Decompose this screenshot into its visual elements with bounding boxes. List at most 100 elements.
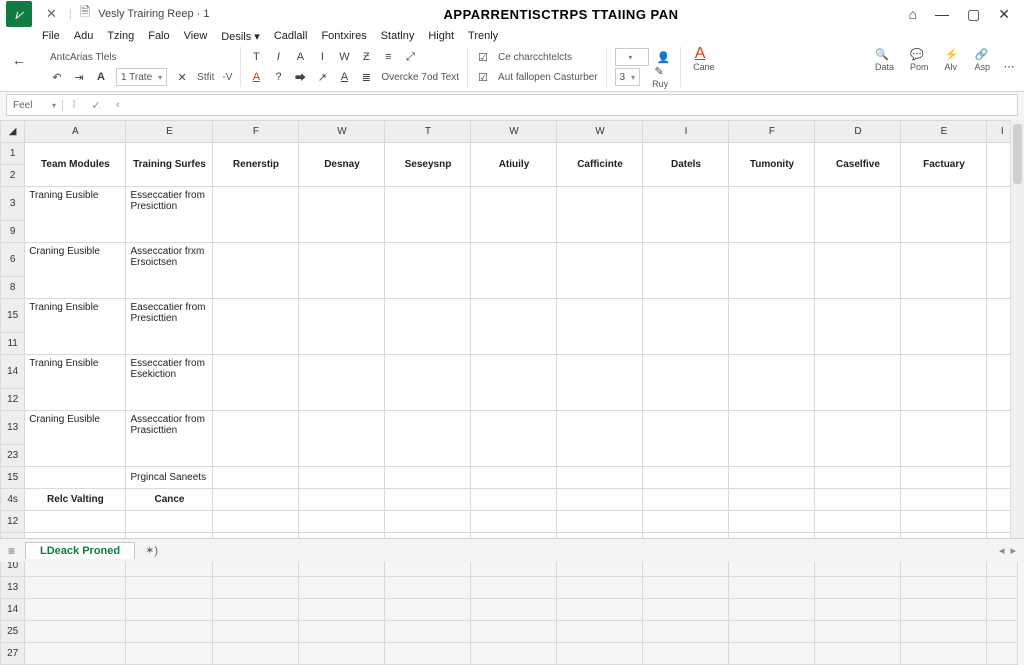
cell[interactable]: [729, 577, 815, 599]
cell[interactable]: [213, 187, 299, 243]
cell[interactable]: Relc Valting: [25, 489, 126, 511]
row-head[interactable]: 13: [1, 411, 25, 445]
cell[interactable]: [213, 511, 299, 533]
cell[interactable]: [729, 489, 815, 511]
scroll-right-icon[interactable]: ▸: [1010, 544, 1016, 557]
cell[interactable]: [643, 355, 729, 411]
cell[interactable]: Caselfive: [815, 143, 901, 187]
cell[interactable]: [557, 411, 643, 467]
i-icon[interactable]: I: [315, 50, 329, 64]
person-icon[interactable]: 👤: [657, 50, 671, 64]
cell[interactable]: [815, 577, 901, 599]
cell[interactable]: [815, 187, 901, 243]
select-all-corner[interactable]: ◢: [1, 121, 25, 143]
cell[interactable]: [729, 599, 815, 621]
scrollbar-thumb[interactable]: [1013, 124, 1022, 184]
cell[interactable]: Esseccatier from Presicttion: [126, 187, 213, 243]
cell[interactable]: [815, 355, 901, 411]
menu-item[interactable]: Fontxires: [321, 30, 366, 43]
bold-icon[interactable]: A: [94, 70, 108, 84]
cell[interactable]: [299, 577, 385, 599]
cell[interactable]: [25, 511, 126, 533]
menu-item[interactable]: Statlny: [381, 30, 415, 43]
cell[interactable]: [643, 621, 729, 643]
cell[interactable]: [729, 299, 815, 355]
overcke-label[interactable]: Overcke 7od Text: [381, 72, 459, 83]
checkbox-icon[interactable]: ☑: [476, 70, 490, 84]
a-icon[interactable]: A: [293, 50, 307, 64]
cell[interactable]: [385, 411, 471, 467]
row-head[interactable]: 4s: [1, 489, 25, 511]
cell[interactable]: [557, 511, 643, 533]
cell[interactable]: Desnay: [299, 143, 385, 187]
menu-item[interactable]: Cadlall: [274, 30, 308, 43]
row-head[interactable]: 12: [1, 511, 25, 533]
cell[interactable]: [643, 411, 729, 467]
cell[interactable]: Prgincal Saneets: [126, 467, 213, 489]
minimize-icon[interactable]: ―: [935, 6, 949, 22]
cell[interactable]: [299, 411, 385, 467]
home-icon[interactable]: ⌂: [909, 6, 917, 22]
cell[interactable]: [385, 489, 471, 511]
sheet-tab-active[interactable]: LDeack Proned: [25, 542, 135, 559]
cell[interactable]: [557, 187, 643, 243]
cell[interactable]: [643, 243, 729, 299]
row-head[interactable]: 25: [1, 621, 25, 643]
cell[interactable]: [471, 355, 557, 411]
find-button[interactable]: 🔍Data: [871, 47, 898, 73]
cell[interactable]: [987, 577, 1018, 599]
cell[interactable]: [299, 511, 385, 533]
cell[interactable]: [25, 599, 126, 621]
cell[interactable]: [901, 643, 987, 665]
italic-icon[interactable]: I: [271, 50, 285, 64]
cell[interactable]: [213, 489, 299, 511]
equals-icon[interactable]: ≡: [381, 50, 395, 64]
row-head[interactable]: 15: [1, 467, 25, 489]
cell[interactable]: [471, 577, 557, 599]
row-head[interactable]: 3: [1, 187, 25, 221]
cell[interactable]: [557, 243, 643, 299]
cell[interactable]: [471, 643, 557, 665]
cell[interactable]: Cance: [126, 489, 213, 511]
cell[interactable]: Asseccatior from Prasicttien: [126, 411, 213, 467]
size-combo[interactable]: ▾: [615, 48, 649, 66]
cell[interactable]: [729, 621, 815, 643]
chk-auto[interactable]: Aut fallopen Casturber: [498, 72, 598, 83]
cell[interactable]: [557, 299, 643, 355]
cell[interactable]: Traning Eusible: [25, 187, 126, 243]
cell[interactable]: [557, 355, 643, 411]
cane-button[interactable]: A Cane: [689, 47, 719, 73]
close-tab-icon[interactable]: ✕: [38, 6, 65, 22]
col-head[interactable]: F: [729, 121, 815, 143]
cell[interactable]: [901, 411, 987, 467]
cell[interactable]: [385, 621, 471, 643]
cell[interactable]: [815, 489, 901, 511]
checkbox-icon[interactable]: ☑: [476, 50, 490, 64]
cell[interactable]: Asseccatior frxm Ersoictsen: [126, 243, 213, 299]
stfit-label[interactable]: Stfit: [197, 72, 214, 83]
cell[interactable]: [643, 577, 729, 599]
menu-item[interactable]: Desils ▾: [221, 30, 260, 43]
clear-icon[interactable]: ✕: [175, 70, 189, 84]
cell[interactable]: [213, 643, 299, 665]
cell[interactable]: [299, 355, 385, 411]
cell[interactable]: [471, 621, 557, 643]
menu-item[interactable]: Hight: [428, 30, 454, 43]
cell[interactable]: Craning Eusible: [25, 411, 126, 467]
menu-file[interactable]: File: [42, 30, 60, 43]
cell[interactable]: [901, 187, 987, 243]
cell[interactable]: [815, 643, 901, 665]
pom-button[interactable]: 💬Pom: [906, 47, 933, 73]
cell[interactable]: [299, 187, 385, 243]
cell[interactable]: [299, 489, 385, 511]
cell[interactable]: [729, 643, 815, 665]
col-head[interactable]: D: [815, 121, 901, 143]
w-icon[interactable]: W: [337, 50, 351, 64]
col-head[interactable]: W: [299, 121, 385, 143]
cell[interactable]: [901, 355, 987, 411]
cell[interactable]: [815, 599, 901, 621]
cell[interactable]: [557, 467, 643, 489]
cell[interactable]: [557, 599, 643, 621]
cell[interactable]: [471, 489, 557, 511]
cell[interactable]: [385, 355, 471, 411]
